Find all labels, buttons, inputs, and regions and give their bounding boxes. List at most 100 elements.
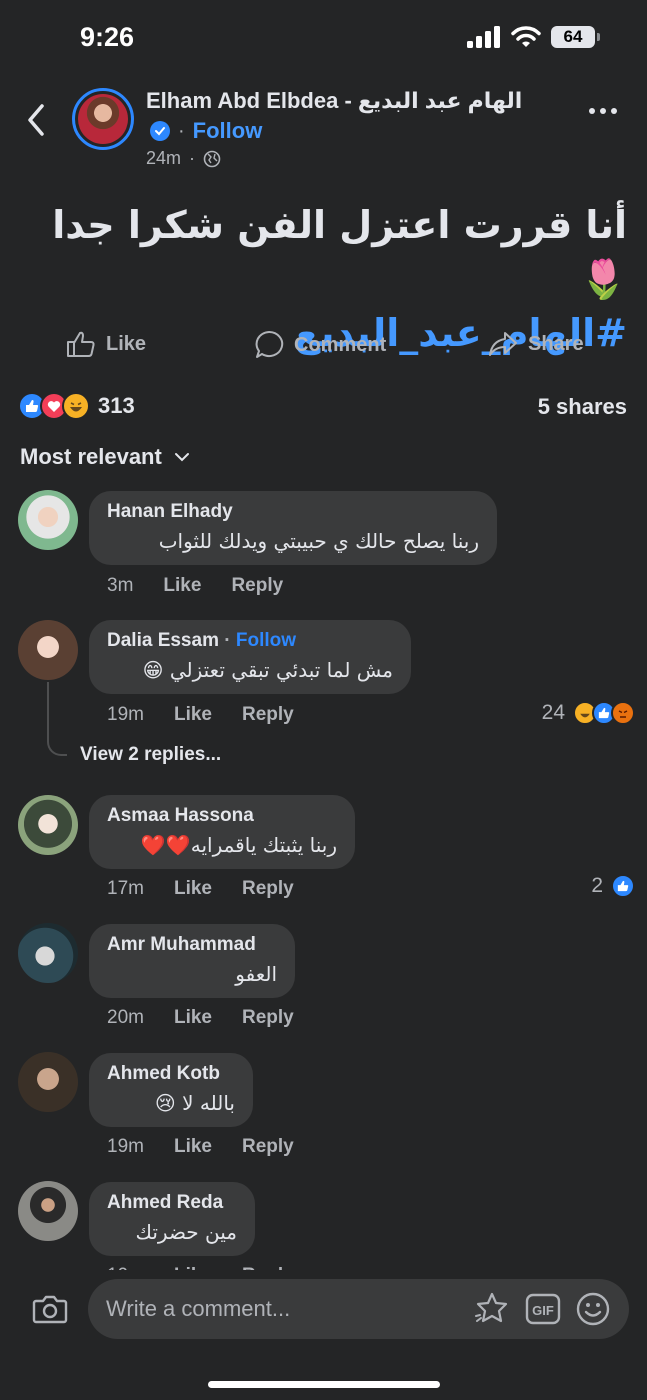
commenter-avatar[interactable] — [18, 1052, 78, 1112]
reactions-summary[interactable]: 313 — [18, 392, 135, 420]
comment-bubble-icon — [255, 330, 284, 358]
more-options-button[interactable] — [589, 108, 617, 114]
more-dot-icon — [600, 108, 606, 114]
comment-sort-dropdown[interactable]: Most relevant — [20, 444, 190, 470]
comment-reply-button[interactable]: Reply — [242, 1007, 294, 1029]
commenter-name[interactable]: Ahmed Kotb — [107, 1063, 235, 1085]
camera-button[interactable] — [32, 1294, 68, 1329]
comment-reactions[interactable]: 2 — [591, 874, 635, 898]
follow-button[interactable]: Follow — [193, 118, 263, 144]
comment-bubble: Ahmed Kotb بالله لا 😢 — [89, 1053, 253, 1127]
wifi-icon — [511, 26, 541, 47]
comment-text: العفو — [235, 962, 277, 986]
sort-label: Most relevant — [20, 444, 162, 469]
comment-reply-button[interactable]: Reply — [231, 575, 283, 597]
comment-text: بالله لا 😢 — [154, 1091, 235, 1115]
commenter-avatar[interactable] — [18, 923, 78, 983]
author-name[interactable]: Elham Abd Elbdea - الهام عبد البديع — [146, 88, 522, 114]
share-arrow-icon — [489, 332, 517, 356]
comment-text: مين حضرتك — [135, 1220, 238, 1244]
comment-time: 20m — [107, 1007, 144, 1028]
comment-like-button[interactable]: Like — [174, 878, 212, 900]
comment-actions: 19m Like Reply — [107, 1136, 294, 1158]
comment-like-button[interactable]: Like — [174, 1136, 212, 1158]
comment-bubble: Asmaa Hassona ربنا يثبتك ياقمرايه❤️❤️ — [89, 795, 355, 869]
comment-bubble: Dalia Essam · Follow مش لما تبدئي تبقي ت… — [89, 620, 411, 694]
like-reaction-icon — [611, 874, 635, 898]
commenter-avatar[interactable] — [18, 795, 78, 855]
comment-input[interactable]: Write a comment... — [106, 1296, 473, 1322]
svg-text:GIF: GIF — [532, 1303, 554, 1318]
comment-reply-button[interactable]: Reply — [242, 878, 294, 900]
commenter-avatar[interactable] — [18, 1181, 78, 1241]
commenter-avatar[interactable] — [18, 620, 78, 680]
share-count[interactable]: 5 shares — [538, 394, 627, 420]
battery-indicator: 64 — [551, 26, 600, 48]
post-text-line: أنا قررت اعتزل الفن شكرا جدا 🌷 — [52, 203, 627, 301]
comment-button[interactable]: Comment — [254, 330, 386, 360]
comment-time: 19m — [107, 704, 144, 725]
share-button[interactable]: Share — [488, 330, 584, 358]
post-meta: 24m · — [146, 148, 221, 169]
comment-composer[interactable]: Write a comment... GIF — [88, 1279, 629, 1339]
comment-bubble: Ahmed Reda مين حضرتك — [89, 1182, 255, 1256]
comment-label: Comment — [294, 333, 387, 356]
share-label: Share — [528, 332, 584, 355]
author-avatar[interactable] — [72, 88, 134, 150]
commenter-name-row: Dalia Essam · Follow — [107, 630, 393, 652]
comment-like-button[interactable]: Like — [163, 575, 201, 597]
comment-bubble: Amr Muhammad العفو — [89, 924, 295, 998]
reply-thread-line — [47, 682, 67, 756]
comment-actions: 17m Like Reply — [107, 878, 294, 900]
avatar-sticker-icon[interactable] — [473, 1290, 511, 1328]
gif-icon[interactable]: GIF — [525, 1293, 561, 1325]
commenter-name[interactable]: Amr Muhammad — [107, 934, 277, 956]
globe-icon — [203, 150, 221, 167]
emoji-icon[interactable] — [575, 1291, 611, 1327]
author-badges: · Follow — [150, 118, 262, 144]
comment-text: ربنا يثبتك ياقمرايه❤️❤️ — [140, 833, 337, 857]
comment-text: مش لما تبدئي تبقي تعتزلي 😁 — [142, 658, 393, 682]
status-icons: 64 — [467, 26, 600, 48]
home-indicator — [208, 1381, 440, 1388]
commenter-name[interactable]: Hanan Elhady — [107, 501, 479, 523]
comment-reaction-count: 2 — [591, 874, 603, 897]
commenter-name[interactable]: Dalia Essam — [107, 630, 219, 651]
comment-actions: 19m Like Reply — [107, 704, 294, 726]
comment-reactions[interactable]: 24 — [542, 701, 635, 725]
comment-reply-button[interactable]: Reply — [242, 704, 294, 726]
like-button[interactable]: Like — [66, 330, 146, 358]
comment-actions: 20m Like Reply — [107, 1007, 294, 1029]
commenter-avatar[interactable] — [18, 490, 78, 550]
separator-dot: · — [224, 630, 236, 651]
comment-actions: 3m Like Reply — [107, 575, 283, 597]
comment-text: ربنا يصلح حالك ي حبيبتي ويدلك للثواب — [158, 529, 479, 553]
chevron-down-icon — [174, 453, 189, 462]
view-replies-link[interactable]: View 2 replies... — [80, 744, 221, 766]
chevron-left-icon — [28, 104, 44, 136]
status-time: 9:26 — [80, 22, 135, 52]
comment-follow-button[interactable]: Follow — [236, 630, 296, 651]
reaction-count: 313 — [98, 393, 135, 418]
angry-reaction-icon — [611, 701, 635, 725]
comment-reaction-count: 24 — [541, 701, 565, 724]
like-label: Like — [106, 332, 147, 355]
comment-time: 19m — [107, 1136, 144, 1157]
thumbs-up-icon — [67, 331, 95, 357]
commenter-name[interactable]: Ahmed Reda — [107, 1192, 237, 1214]
haha-reaction-icon — [62, 392, 90, 420]
comment-time: 17m — [107, 878, 144, 899]
comment-like-button[interactable]: Like — [174, 1007, 212, 1029]
comment-like-button[interactable]: Like — [174, 704, 212, 726]
post-time: 24m — [146, 148, 182, 168]
separator-dot: · — [178, 119, 185, 142]
comment-time: 3m — [107, 575, 134, 596]
verified-badge-icon — [150, 121, 170, 141]
back-button[interactable] — [22, 100, 50, 140]
more-dot-icon — [589, 108, 595, 114]
camera-icon — [32, 1295, 68, 1324]
comment-bubble: Hanan Elhady ربنا يصلح حالك ي حبيبتي ويد… — [89, 491, 497, 565]
commenter-name[interactable]: Asmaa Hassona — [107, 805, 337, 827]
separator-dot: · — [189, 148, 196, 168]
comment-reply-button[interactable]: Reply — [242, 1136, 294, 1158]
